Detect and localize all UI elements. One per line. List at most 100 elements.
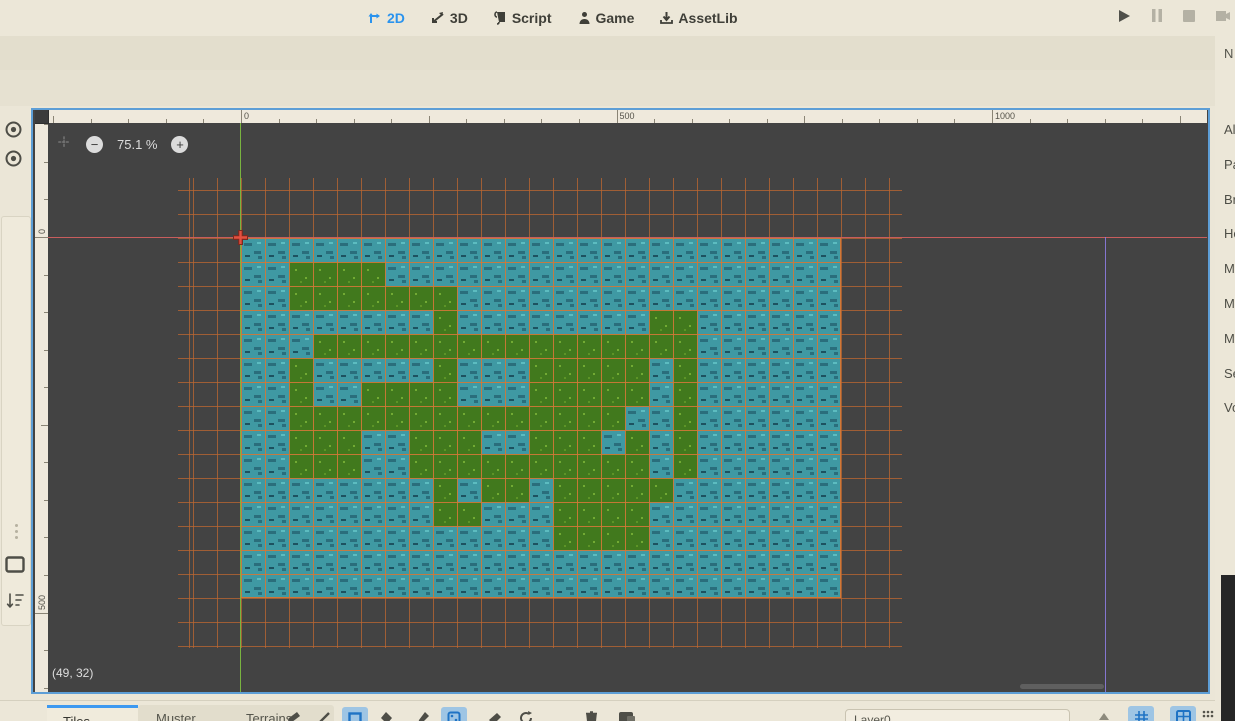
line-tool-icon[interactable] — [311, 707, 337, 721]
game-icon — [578, 11, 591, 25]
water-tile — [745, 334, 769, 358]
zoom-out-button[interactable]: − — [86, 135, 103, 153]
ruler-tick — [1104, 119, 1106, 123]
water-tile — [577, 550, 601, 574]
water-tile — [337, 526, 361, 550]
grass-tile — [625, 526, 649, 550]
water-tile — [817, 238, 841, 262]
grass-tile — [433, 382, 457, 406]
water-tile — [625, 286, 649, 310]
water-tile — [745, 310, 769, 334]
ruler-tick — [879, 119, 881, 123]
water-tile — [697, 238, 721, 262]
rotate-tile-icon[interactable] — [513, 707, 539, 721]
water-tile — [385, 430, 409, 454]
layer-up-icon[interactable] — [1098, 709, 1110, 721]
grid-toggle-icon[interactable] — [1128, 706, 1154, 721]
tab-tiles[interactable]: Tiles — [47, 705, 138, 721]
highlight-tilemap-icon[interactable] — [614, 707, 640, 721]
water-tile — [553, 574, 577, 598]
ruler-tick — [128, 119, 130, 123]
tab-muster[interactable]: Muster — [140, 705, 212, 721]
water-tile — [553, 550, 577, 574]
water-tile — [697, 262, 721, 286]
water-tile — [601, 430, 625, 454]
water-tile — [409, 310, 433, 334]
water-tile — [769, 478, 793, 502]
zoom-widget: − 75.1 % + — [56, 133, 189, 155]
random-toggle-icon[interactable] — [441, 707, 467, 721]
water-tile — [337, 550, 361, 574]
pause-button[interactable] — [1151, 9, 1163, 27]
pencil-tool-icon[interactable] — [280, 707, 306, 721]
water-tile — [793, 310, 817, 334]
picker-tool-icon[interactable] — [410, 707, 436, 721]
grass-tile — [385, 406, 409, 430]
tab-2d[interactable]: 2D — [368, 10, 405, 26]
ruler-tick — [35, 612, 48, 614]
trash-icon[interactable] — [578, 707, 604, 721]
grass-tile — [433, 454, 457, 478]
eraser-tool-icon[interactable] — [482, 707, 508, 721]
tilemap[interactable] — [241, 238, 841, 598]
water-tile — [505, 262, 529, 286]
ruler-tick — [654, 119, 656, 123]
script-icon — [494, 11, 507, 25]
zoom-level-value[interactable]: 75.1 % — [117, 137, 157, 152]
eye-icon[interactable] — [4, 149, 23, 168]
water-tile — [769, 454, 793, 478]
sort-list-icon[interactable] — [5, 592, 25, 614]
water-tile — [337, 238, 361, 262]
ruler-tick — [35, 237, 48, 238]
water-tile — [457, 238, 481, 262]
water-tile — [817, 550, 841, 574]
center-view-icon[interactable] — [56, 134, 72, 155]
rect-tool-icon[interactable] — [342, 707, 368, 721]
grass-tile — [337, 430, 361, 454]
ruler-tick — [44, 274, 48, 276]
grass-tile — [577, 334, 601, 358]
grass-tile — [529, 454, 553, 478]
tab-script[interactable]: Script — [494, 10, 552, 26]
bucket-tool-icon[interactable] — [373, 707, 399, 721]
water-tile — [265, 454, 289, 478]
water-tile — [433, 550, 457, 574]
window-panel-icon[interactable] — [5, 556, 25, 578]
water-tile — [769, 334, 793, 358]
eye-icon[interactable] — [4, 120, 23, 139]
water-tile — [577, 238, 601, 262]
grass-tile — [673, 406, 697, 430]
water-tile — [529, 238, 553, 262]
tab-assetlib[interactable]: AssetLib — [660, 10, 738, 26]
ruler-tick — [916, 119, 918, 123]
grass-tile — [505, 478, 529, 502]
horizontal-scrollbar[interactable] — [1020, 684, 1104, 689]
water-tile — [721, 550, 745, 574]
water-tile — [409, 526, 433, 550]
ruler-tick — [691, 119, 693, 123]
water-tile — [745, 406, 769, 430]
dock-handle-icon[interactable] — [14, 524, 18, 539]
water-tile — [721, 310, 745, 334]
canvas[interactable]: − 75.1 % + (49, 32) — [48, 123, 1207, 692]
grass-tile — [673, 430, 697, 454]
tab-3d[interactable]: 3D — [431, 10, 468, 26]
grass-tile — [577, 502, 601, 526]
tab-game[interactable]: Game — [578, 10, 634, 26]
2d-viewport[interactable]: − 75.1 % + (49, 32) 0 500 1000 0 500 — [31, 108, 1210, 694]
grass-tile — [433, 310, 457, 334]
water-tile — [361, 310, 385, 334]
water-tile — [577, 286, 601, 310]
movie-mode-button[interactable] — [1215, 9, 1231, 28]
ruler-tick — [992, 110, 993, 123]
play-button[interactable] — [1117, 9, 1131, 28]
water-tile — [433, 526, 457, 550]
water-tile — [289, 334, 313, 358]
zoom-in-button[interactable]: + — [171, 135, 189, 153]
layer-select-dropdown[interactable]: Layer0 — [845, 709, 1070, 721]
grid-dots-icon[interactable] — [1202, 709, 1214, 721]
grass-tile — [289, 430, 313, 454]
tile-palette-toggle-icon[interactable] — [1170, 706, 1196, 721]
inspector-property-label: He — [1224, 226, 1235, 242]
stop-button[interactable] — [1183, 9, 1195, 27]
